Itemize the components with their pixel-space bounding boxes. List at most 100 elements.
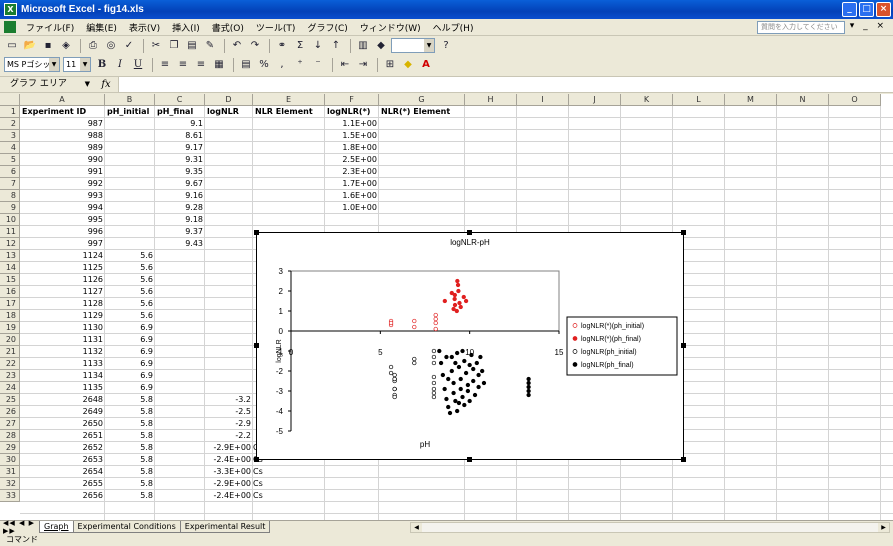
table-cell[interactable]: 1.0E+00	[325, 202, 379, 214]
align-left-icon[interactable]: ≡	[157, 57, 173, 72]
row-header-29[interactable]: 29	[0, 442, 20, 454]
table-cell[interactable]: -2.9E+00	[205, 478, 253, 490]
table-cell[interactable]: 9.16	[155, 190, 205, 202]
table-cell[interactable]: -2.4E+00	[205, 490, 253, 502]
menu-edit[interactable]: 編集(E)	[80, 21, 123, 34]
header-cell-c[interactable]: pH_final	[155, 106, 205, 118]
column-header-b[interactable]: B	[105, 94, 155, 106]
column-header-o[interactable]: O	[829, 94, 881, 106]
cut-icon[interactable]: ✂	[148, 38, 164, 53]
table-cell[interactable]: -2.9E+00	[205, 442, 253, 454]
italic-button[interactable]: I	[112, 57, 128, 72]
table-cell[interactable]: 1131	[20, 334, 105, 346]
table-cell[interactable]: 5.6	[105, 286, 155, 298]
table-cell[interactable]: 996	[20, 226, 105, 238]
menu-chart[interactable]: グラフ(C)	[301, 21, 353, 34]
table-cell[interactable]: 9.37	[155, 226, 205, 238]
tab-graph[interactable]: Graph	[39, 521, 74, 533]
column-header-l[interactable]: L	[673, 94, 725, 106]
tab-experimental-conditions[interactable]: Experimental Conditions	[72, 521, 181, 533]
table-cell[interactable]: 5.8	[105, 418, 155, 430]
table-cell[interactable]: 1128	[20, 298, 105, 310]
borders-icon[interactable]: ⊞	[382, 57, 398, 72]
zoom-select[interactable]: ▼	[391, 38, 435, 53]
row-header-1[interactable]: 1	[0, 106, 20, 118]
print-preview-icon[interactable]: ◎	[103, 38, 119, 53]
table-cell[interactable]: 989	[20, 142, 105, 154]
fill-color-icon[interactable]: ◆	[400, 57, 416, 72]
decrease-indent-icon[interactable]: ⇤	[337, 57, 353, 72]
column-header-d[interactable]: D	[205, 94, 253, 106]
row-header-10[interactable]: 10	[0, 214, 20, 226]
row-header-30[interactable]: 30	[0, 454, 20, 466]
new-icon[interactable]: ▭	[4, 38, 20, 53]
tab-experimental-result[interactable]: Experimental Result	[179, 521, 271, 533]
select-all-corner[interactable]	[0, 94, 20, 106]
menu-help[interactable]: ヘルプ(H)	[427, 21, 480, 34]
merge-center-icon[interactable]: ▦	[211, 57, 227, 72]
hyperlink-icon[interactable]: ⚭	[274, 38, 290, 53]
align-center-icon[interactable]: ≡	[175, 57, 191, 72]
table-cell[interactable]: 2.3E+00	[325, 166, 379, 178]
table-cell[interactable]: -2.2	[205, 430, 253, 442]
table-cell[interactable]: 2652	[20, 442, 105, 454]
table-cell[interactable]: 1.5E+00	[325, 130, 379, 142]
table-cell[interactable]: Cs	[253, 466, 325, 478]
table-cell[interactable]: 6.9	[105, 370, 155, 382]
table-cell[interactable]: 9.43	[155, 238, 205, 250]
row-header-19[interactable]: 19	[0, 322, 20, 334]
table-cell[interactable]: 9.35	[155, 166, 205, 178]
workbook-icon[interactable]	[4, 21, 16, 33]
menu-window[interactable]: ウィンドウ(W)	[354, 21, 427, 34]
header-cell-a[interactable]: Experiment ID	[20, 106, 105, 118]
column-header-k[interactable]: K	[621, 94, 673, 106]
row-header-5[interactable]: 5	[0, 154, 20, 166]
column-header-c[interactable]: C	[155, 94, 205, 106]
permission-icon[interactable]: ◈	[58, 38, 74, 53]
table-cell[interactable]: 994	[20, 202, 105, 214]
header-cell-d[interactable]: logNLR	[205, 106, 253, 118]
table-cell[interactable]: 1.8E+00	[325, 142, 379, 154]
table-cell[interactable]: 1127	[20, 286, 105, 298]
header-cell-f[interactable]: logNLR(*)	[325, 106, 379, 118]
formula-input[interactable]	[118, 77, 893, 92]
table-cell[interactable]: 2.5E+00	[325, 154, 379, 166]
row-header-13[interactable]: 13	[0, 250, 20, 262]
copy-icon[interactable]: ❐	[166, 38, 182, 53]
table-cell[interactable]: 2654	[20, 466, 105, 478]
table-cell[interactable]: 987	[20, 118, 105, 130]
table-cell[interactable]: 993	[20, 190, 105, 202]
header-cell-b[interactable]: pH_initial	[105, 106, 155, 118]
header-cell-g[interactable]: NLR(*) Element	[379, 106, 465, 118]
table-cell[interactable]: 1135	[20, 382, 105, 394]
menu-format[interactable]: 書式(O)	[206, 21, 250, 34]
font-size-select[interactable]: 11 ▼	[63, 57, 91, 72]
decrease-decimal-icon[interactable]: ⁻	[310, 57, 326, 72]
row-header-9[interactable]: 9	[0, 202, 20, 214]
table-cell[interactable]: 6.9	[105, 334, 155, 346]
table-cell[interactable]: 6.9	[105, 322, 155, 334]
row-header-17[interactable]: 17	[0, 298, 20, 310]
undo-icon[interactable]: ↶	[229, 38, 245, 53]
scroll-right-icon[interactable]: ▶	[878, 523, 889, 532]
table-cell[interactable]: 2655	[20, 478, 105, 490]
column-header-a[interactable]: A	[20, 94, 105, 106]
table-cell[interactable]: 1133	[20, 358, 105, 370]
table-cell[interactable]: 2651	[20, 430, 105, 442]
table-cell[interactable]: 5.8	[105, 478, 155, 490]
table-cell[interactable]: 2648	[20, 394, 105, 406]
table-cell[interactable]: Cs	[253, 490, 325, 502]
column-header-m[interactable]: M	[725, 94, 777, 106]
help-icon[interactable]: ?	[438, 38, 454, 53]
name-box[interactable]: グラフ エリア ▼	[4, 77, 94, 92]
paste-icon[interactable]: ▤	[184, 38, 200, 53]
font-name-select[interactable]: MS Pゴシック ▼	[4, 57, 60, 72]
increase-indent-icon[interactable]: ⇥	[355, 57, 371, 72]
row-header-25[interactable]: 25	[0, 394, 20, 406]
insert-function-icon[interactable]: fx	[94, 79, 118, 90]
table-cell[interactable]: 1132	[20, 346, 105, 358]
tab-scroll-buttons[interactable]: ◀◀ ◀ ▶ ▶▶	[0, 519, 40, 535]
row-header-4[interactable]: 4	[0, 142, 20, 154]
table-cell[interactable]: 5.8	[105, 454, 155, 466]
row-header-33[interactable]: 33	[0, 490, 20, 502]
